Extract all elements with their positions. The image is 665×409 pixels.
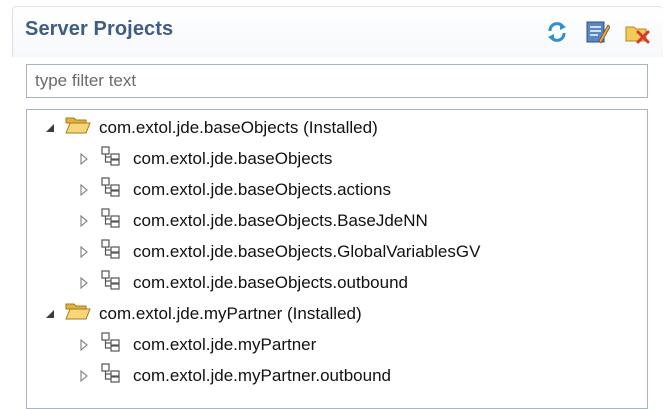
collapsed-triangle-icon[interactable] (77, 338, 91, 352)
tree-package-label: com.extol.jde.baseObjects.outbound (133, 272, 409, 292)
tree-package-node[interactable]: com.extol.jde.myPartner.outbound (77, 360, 391, 391)
collapsed-triangle-icon[interactable] (77, 152, 91, 166)
delete-folder-icon (625, 26, 650, 44)
package-icon (101, 208, 121, 233)
tree-package-label: com.extol.jde.myPartner (133, 334, 317, 354)
collapsed-triangle-icon[interactable] (77, 183, 91, 197)
collapsed-triangle-icon[interactable] (77, 276, 91, 290)
open-folder-icon (65, 301, 91, 326)
package-icon (101, 332, 121, 357)
package-icon (101, 270, 121, 295)
open-folder-icon (65, 115, 91, 140)
tree-package-label: com.extol.jde.baseObjects (133, 148, 333, 168)
tree-package-label: com.extol.jde.baseObjects.GlobalVariable… (133, 241, 481, 261)
tree-package-node[interactable]: com.extol.jde.baseObjects.GlobalVariable… (77, 236, 480, 267)
collapsed-triangle-icon[interactable] (77, 369, 91, 383)
refresh-icon (548, 22, 566, 42)
package-icon (101, 239, 121, 264)
tree-project-node[interactable]: com.extol.jde.myPartner (Installed) (43, 298, 362, 329)
collapsed-triangle-icon[interactable] (77, 214, 91, 228)
tree-project-label: com.extol.jde.baseObjects (Installed) (99, 117, 378, 137)
package-icon (101, 146, 121, 171)
configure-button[interactable] (583, 18, 611, 46)
view-title: Server Projects (25, 18, 174, 40)
tree-package-node[interactable]: com.extol.jde.baseObjects (77, 143, 332, 174)
tree-package-node[interactable]: com.extol.jde.baseObjects.outbound (77, 267, 408, 298)
package-icon (101, 363, 121, 388)
server-projects-view: Server Projects type filter text com.ext… (0, 0, 665, 409)
tree-package-node[interactable]: com.extol.jde.myPartner (77, 329, 316, 360)
expanded-triangle-icon[interactable] (43, 307, 57, 321)
tree-package-label: com.extol.jde.baseObjects.actions (133, 179, 391, 199)
tree-project-node[interactable]: com.extol.jde.baseObjects (Installed) (43, 112, 378, 143)
tree-package-node[interactable]: com.extol.jde.baseObjects.BaseJdeNN (77, 205, 428, 236)
tree-package-label: com.extol.jde.baseObjects.BaseJdeNN (133, 210, 428, 230)
edit-document-icon (586, 21, 610, 44)
tree-project-label: com.extol.jde.myPartner (Installed) (99, 303, 362, 323)
projects-tree: com.extol.jde.baseObjects (Installed) co… (26, 109, 648, 409)
package-icon (101, 177, 121, 202)
uninstall-button[interactable] (623, 18, 651, 46)
collapsed-triangle-icon[interactable] (77, 245, 91, 259)
expanded-triangle-icon[interactable] (43, 121, 57, 135)
filter-input[interactable] (26, 64, 648, 98)
tree-package-label: com.extol.jde.myPartner.outbound (133, 365, 391, 385)
refresh-button[interactable] (543, 18, 571, 46)
view-toolbar (543, 18, 651, 46)
tree-package-node[interactable]: com.extol.jde.baseObjects.actions (77, 174, 391, 205)
